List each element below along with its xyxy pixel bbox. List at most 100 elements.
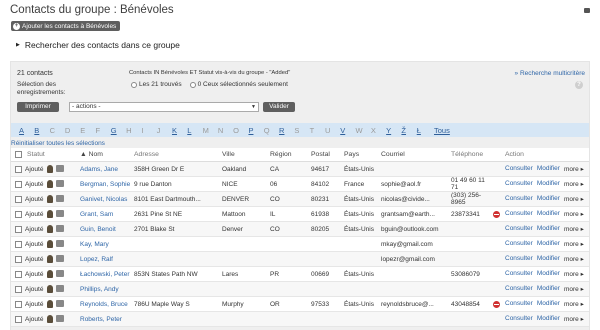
edit-contact-link[interactable]: Modifier bbox=[537, 180, 560, 188]
row-checkbox[interactable] bbox=[15, 255, 22, 263]
alphabet-letter[interactable]: P bbox=[248, 126, 263, 135]
edit-icon[interactable] bbox=[56, 270, 64, 277]
edit-contact-link[interactable]: Modifier bbox=[537, 195, 560, 203]
more-actions-link[interactable]: more ▸ bbox=[564, 210, 584, 218]
print-icon[interactable] bbox=[584, 7, 590, 13]
view-contact-link[interactable]: Consulter bbox=[505, 180, 533, 188]
more-actions-link[interactable]: more ▸ bbox=[564, 180, 584, 188]
more-actions-link[interactable]: more ▸ bbox=[564, 225, 584, 233]
row-name[interactable]: Bergman, Sophie bbox=[80, 181, 134, 188]
col-region[interactable]: Région bbox=[270, 151, 311, 158]
row-checkbox[interactable] bbox=[15, 165, 22, 173]
row-name[interactable]: Reynolds, Bruce bbox=[80, 301, 134, 308]
col-postal[interactable]: Postal bbox=[311, 151, 344, 158]
edit-contact-link[interactable]: Modifier bbox=[537, 165, 560, 173]
print-button[interactable]: Imprimer bbox=[17, 102, 59, 112]
row-checkbox[interactable] bbox=[15, 180, 22, 188]
row-name[interactable]: Kay, Mary bbox=[80, 241, 134, 248]
radio-selected[interactable]: 0 Ceux sélectionnés seulement bbox=[189, 81, 288, 88]
col-country[interactable]: Pays bbox=[344, 151, 381, 158]
table-row: Ajouté Ganivet, Nicolas 8101 East Dartmout… bbox=[11, 192, 589, 207]
row-checkbox[interactable] bbox=[15, 195, 22, 203]
add-contacts-button[interactable]: + Ajouter les contacts à Bénévoles bbox=[11, 21, 121, 31]
alphabet-letter[interactable]: Y bbox=[386, 126, 401, 135]
more-actions-link[interactable]: more ▸ bbox=[564, 240, 584, 248]
edit-contact-link[interactable]: Modifier bbox=[537, 225, 560, 233]
edit-icon[interactable] bbox=[56, 255, 64, 262]
select-all-checkbox[interactable] bbox=[15, 151, 22, 158]
edit-contact-link[interactable]: Modifier bbox=[537, 255, 560, 263]
row-name[interactable]: Guin, Benoit bbox=[80, 226, 134, 233]
view-contact-link[interactable]: Consulter bbox=[505, 240, 533, 248]
more-actions-link[interactable]: more ▸ bbox=[564, 285, 584, 293]
view-contact-link[interactable]: Consulter bbox=[505, 255, 533, 263]
alphabet-letter[interactable]: R bbox=[279, 126, 294, 135]
view-contact-link[interactable]: Consulter bbox=[505, 300, 533, 308]
alphabet-letter[interactable]: G bbox=[111, 126, 126, 135]
edit-icon[interactable] bbox=[56, 180, 64, 187]
row-checkbox-cell bbox=[11, 255, 25, 263]
edit-contact-link[interactable]: Modifier bbox=[537, 240, 560, 248]
alphabet-letter[interactable]: K bbox=[172, 126, 187, 135]
col-name[interactable]: ▲ Nom bbox=[80, 151, 134, 158]
row-name[interactable]: Adams, Jane bbox=[80, 166, 134, 173]
view-contact-link[interactable]: Consulter bbox=[505, 210, 533, 218]
view-contact-link[interactable]: Consulter bbox=[505, 285, 533, 293]
view-contact-link[interactable]: Consulter bbox=[505, 165, 533, 173]
reset-selections-link[interactable]: Réinitialiser toutes les sélections bbox=[11, 140, 105, 147]
row-name[interactable]: Lopez, Ralf bbox=[80, 256, 134, 263]
alphabet-letter[interactable]: B bbox=[34, 126, 49, 135]
edit-icon[interactable] bbox=[56, 315, 64, 322]
actions-select[interactable]: - actions - ▼ bbox=[69, 102, 259, 112]
more-actions-link[interactable]: more ▸ bbox=[564, 270, 584, 278]
edit-icon[interactable] bbox=[56, 285, 64, 292]
edit-icon[interactable] bbox=[56, 300, 64, 307]
radio-all[interactable]: Les 21 trouvés bbox=[131, 81, 182, 88]
edit-icon[interactable] bbox=[56, 195, 64, 202]
row-name[interactable]: Grant, Sam bbox=[80, 211, 134, 218]
advanced-search-link[interactable]: » Recherche multicritère bbox=[515, 70, 585, 77]
edit-contact-link[interactable]: Modifier bbox=[537, 300, 560, 308]
row-checkbox[interactable] bbox=[15, 315, 22, 323]
col-status[interactable]: Statut bbox=[25, 151, 80, 158]
row-checkbox[interactable] bbox=[15, 225, 22, 233]
alphabet-letter[interactable]: A bbox=[19, 126, 34, 135]
row-name[interactable]: Ganivet, Nicolas bbox=[80, 196, 134, 203]
row-name[interactable]: Roberts, Peter bbox=[80, 316, 134, 323]
edit-contact-link[interactable]: Modifier bbox=[537, 210, 560, 218]
help-icon[interactable]: ? bbox=[575, 81, 583, 89]
row-name[interactable]: Phillips, Andy bbox=[80, 286, 134, 293]
row-name[interactable]: Łachowski, Peter bbox=[80, 271, 134, 278]
row-checkbox[interactable] bbox=[15, 240, 22, 248]
more-actions-link[interactable]: more ▸ bbox=[564, 255, 584, 263]
edit-contact-link[interactable]: Modifier bbox=[537, 285, 560, 293]
more-actions-link[interactable]: more ▸ bbox=[564, 300, 584, 308]
alphabet-all-link[interactable]: Tous bbox=[434, 126, 450, 135]
edit-icon[interactable] bbox=[56, 225, 64, 232]
alphabet-letter[interactable]: Ł bbox=[417, 126, 432, 135]
col-city[interactable]: Ville bbox=[222, 151, 270, 158]
search-accordion-toggle[interactable]: ▶ Rechercher des contacts dans ce groupe bbox=[16, 40, 180, 50]
row-checkbox[interactable] bbox=[15, 300, 22, 308]
more-actions-link[interactable]: more ▸ bbox=[564, 195, 584, 203]
more-actions-link[interactable]: more ▸ bbox=[564, 315, 584, 323]
row-checkbox[interactable] bbox=[15, 210, 22, 218]
more-actions-link[interactable]: more ▸ bbox=[564, 165, 584, 173]
view-contact-link[interactable]: Consulter bbox=[505, 315, 533, 323]
view-contact-link[interactable]: Consulter bbox=[505, 195, 533, 203]
row-checkbox[interactable] bbox=[15, 285, 22, 293]
view-contact-link[interactable]: Consulter bbox=[505, 225, 533, 233]
edit-contact-link[interactable]: Modifier bbox=[537, 270, 560, 278]
validate-button[interactable]: Valider bbox=[263, 102, 295, 112]
edit-icon[interactable] bbox=[56, 165, 64, 172]
row-checkbox[interactable] bbox=[15, 270, 22, 278]
view-contact-link[interactable]: Consulter bbox=[505, 270, 533, 278]
col-email[interactable]: Courriel bbox=[381, 151, 451, 158]
edit-icon[interactable] bbox=[56, 240, 64, 247]
alphabet-letter[interactable]: V bbox=[340, 126, 355, 135]
alphabet-letter[interactable]: L bbox=[187, 126, 202, 135]
alphabet-letter[interactable]: Ž bbox=[401, 126, 416, 135]
edit-contact-link[interactable]: Modifier bbox=[537, 315, 560, 323]
edit-icon[interactable] bbox=[56, 210, 64, 217]
col-address[interactable]: Adresse bbox=[134, 151, 222, 158]
